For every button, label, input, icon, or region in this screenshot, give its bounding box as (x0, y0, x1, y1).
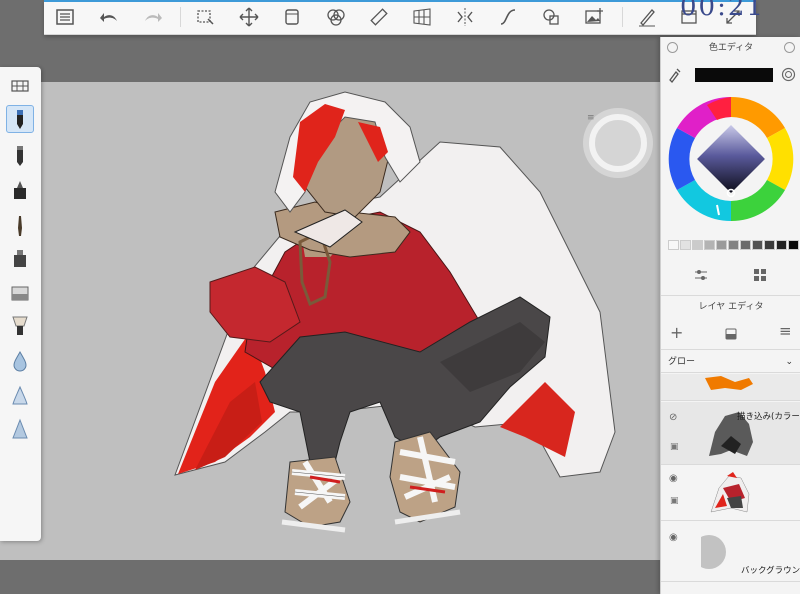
lock-icon[interactable]: ▣ (670, 496, 679, 506)
blend-mode-value: グロー (668, 357, 696, 367)
redo-icon[interactable] (138, 2, 168, 32)
brush-palette (0, 67, 41, 541)
symmetry-icon[interactable] (450, 2, 480, 32)
layer-mask-icon[interactable] (725, 327, 737, 341)
grid-swatches-icon[interactable] (753, 268, 767, 282)
gray-swatches[interactable] (668, 240, 800, 250)
ballpoint-icon[interactable] (6, 142, 34, 170)
blur-drop-icon[interactable] (6, 347, 34, 375)
layer-row[interactable]: ◉ ▣ (661, 466, 800, 521)
smudge-brush-icon[interactable] (6, 312, 34, 340)
perspective-icon[interactable] (407, 2, 437, 32)
undo-icon[interactable] (94, 2, 124, 32)
list-icon[interactable] (50, 2, 80, 32)
app-window: ≡ 00:21 色エディタ レイヤ エディタ + ≡ グロー ⌄ ⊘ ▣ 描き込… (0, 0, 800, 594)
layer-stack-icon[interactable] (277, 2, 307, 32)
blend-mode-select[interactable]: グロー ⌄ (661, 349, 800, 373)
transform-icon[interactable] (234, 2, 264, 32)
eye-icon[interactable]: ◉ (669, 532, 678, 543)
paintbrush-icon[interactable] (6, 212, 34, 240)
ruler-icon[interactable] (364, 2, 394, 32)
pen-settings-icon[interactable] (632, 2, 662, 32)
recording-timer: 00:21 (680, 0, 765, 22)
layer-editor-header: レイヤ エディタ (661, 295, 800, 317)
chevron-down-icon: ⌄ (785, 357, 793, 367)
curve-icon[interactable] (493, 2, 523, 32)
shape-icon[interactable] (536, 2, 566, 32)
eraser-icon[interactable] (6, 279, 34, 307)
cone-icon[interactable] (6, 382, 34, 410)
brush-palette-icon[interactable] (6, 72, 34, 100)
top-toolbar (44, 0, 756, 35)
puck-menu-icon[interactable]: ≡ (587, 113, 595, 123)
layer-thumbnail (705, 376, 753, 390)
current-color-row (665, 66, 797, 84)
layer-row[interactable]: ◉ バックグラウンド (661, 522, 800, 582)
blend-icon[interactable] (321, 2, 351, 32)
color-editor-title: 色エディタ (708, 43, 754, 53)
layer-row[interactable] (661, 374, 800, 401)
collapse-icon[interactable] (667, 42, 678, 53)
color-mode-icon[interactable] (781, 67, 796, 82)
add-image-icon[interactable] (579, 2, 609, 32)
hidden-eye-icon[interactable]: ⊘ (669, 412, 677, 423)
layer-row[interactable]: ⊘ ▣ 描き込み(カラー) (661, 402, 800, 465)
marker-icon[interactable] (6, 177, 34, 205)
triangle-icon[interactable] (6, 415, 34, 443)
color-editor-header: 色エディタ (661, 37, 800, 59)
current-color[interactable] (695, 68, 773, 82)
pin-icon[interactable] (784, 42, 795, 53)
pencil-icon[interactable] (6, 105, 34, 133)
color-wheel[interactable] (667, 95, 795, 223)
select-icon[interactable] (190, 2, 220, 32)
side-panel: 色エディタ レイヤ エディタ + ≡ グロー ⌄ ⊘ ▣ 描き込み(カラー) ◉… (660, 37, 800, 594)
layer-menu-icon[interactable]: ≡ (779, 322, 792, 340)
layer-name: バックグラウンド (741, 566, 800, 576)
eyedropper-icon[interactable] (667, 67, 681, 83)
airbrush-icon[interactable] (6, 245, 34, 273)
layer-name: 描き込み(カラー) (737, 412, 800, 422)
toolbar-accent-line (44, 0, 756, 2)
sliders-icon[interactable] (694, 268, 708, 282)
layer-tools-row: + ≡ (661, 322, 800, 346)
color-mode-row (661, 263, 800, 287)
add-layer-icon[interactable]: + (670, 323, 683, 342)
lock-icon[interactable]: ▣ (670, 442, 679, 452)
layer-thumbnail (710, 472, 750, 513)
eye-icon[interactable]: ◉ (669, 473, 678, 484)
